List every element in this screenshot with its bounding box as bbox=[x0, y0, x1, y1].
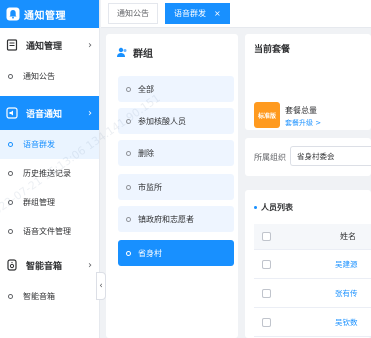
nav-group-label: 通知管理 bbox=[26, 41, 63, 52]
group-item-label: 全部 bbox=[138, 84, 154, 94]
group-item-label: 镇政府和志愿者 bbox=[138, 214, 194, 224]
plan-card: 当前套餐 标准版 套餐总量 套餐升级 > bbox=[245, 34, 371, 130]
group-item-label: 删除 bbox=[138, 148, 154, 158]
tab-notice-board[interactable]: 通知公告 bbox=[108, 3, 158, 24]
nav-item-label: 群组管理 bbox=[23, 198, 55, 207]
person-name[interactable]: 张有传 bbox=[335, 288, 358, 299]
org-select[interactable]: 省身村委会 bbox=[290, 146, 371, 166]
nav-item-group-management[interactable]: 群组管理 bbox=[0, 188, 99, 217]
circle-icon bbox=[126, 150, 131, 156]
close-icon[interactable]: × bbox=[214, 9, 221, 18]
plan-badge: 标准版 bbox=[254, 102, 280, 128]
person-name[interactable]: 吴钦数 bbox=[335, 317, 358, 328]
people-table: 姓名 吴建源 张有传 吴钦数 bbox=[254, 224, 371, 337]
bullet-icon bbox=[254, 206, 257, 209]
chevron-right-icon: › bbox=[88, 107, 92, 119]
groups-panel-header: 群组 bbox=[106, 34, 238, 70]
circle-icon bbox=[126, 118, 131, 124]
org-select-value: 省身村委会 bbox=[297, 151, 335, 161]
people-title: 人员列表 bbox=[254, 202, 293, 213]
speaker-icon bbox=[6, 107, 18, 119]
nav-item-label: 智能音箱 bbox=[23, 292, 55, 301]
circle-icon bbox=[126, 86, 131, 92]
chevron-right-icon: › bbox=[88, 259, 92, 271]
circle-icon bbox=[126, 216, 131, 222]
nav-group-notice[interactable]: 通知管理 › bbox=[0, 28, 99, 62]
nav-item-label: 语音文件管理 bbox=[23, 227, 71, 236]
nav-item-push-history[interactable]: 历史推送记录 bbox=[0, 159, 99, 188]
smart-speaker-icon bbox=[7, 259, 17, 271]
group-item-delete[interactable]: 删除 bbox=[118, 140, 234, 166]
row-checkbox[interactable] bbox=[262, 317, 271, 327]
groups-panel-title: 群组 bbox=[133, 48, 153, 60]
document-icon bbox=[6, 39, 18, 51]
chevron-right-icon: › bbox=[88, 39, 92, 51]
nav-item-label: 语音群发 bbox=[23, 140, 55, 149]
circle-icon bbox=[126, 184, 131, 190]
plan-total-label: 套餐总量 bbox=[285, 106, 317, 115]
nav-group-label: 智能音箱 bbox=[26, 261, 63, 272]
people-card: 人员列表 姓名 吴建源 张有传 吴钦数 bbox=[245, 190, 371, 338]
circle-icon bbox=[8, 171, 13, 176]
circle-icon bbox=[8, 200, 13, 205]
sidebar: 通知管理 通知管理 › 通知公告 语音通知 › 语音群发 历史推送记录 群组管理… bbox=[0, 0, 100, 338]
row-checkbox[interactable] bbox=[262, 288, 271, 298]
groups-panel: 群组 全部 参加核酸人员 删除 市监所 镇政府和志愿者 省身村 bbox=[106, 34, 238, 338]
plan-upgrade-link[interactable]: 套餐升级 > bbox=[285, 118, 321, 128]
table-row[interactable]: 张有传 bbox=[254, 279, 371, 308]
table-header: 姓名 bbox=[254, 224, 371, 250]
group-item-label: 省身村 bbox=[138, 248, 162, 258]
column-header-name: 姓名 bbox=[340, 232, 356, 241]
tab-voice-broadcast[interactable]: 语音群发 × bbox=[165, 3, 230, 24]
bell-icon bbox=[6, 7, 20, 21]
person-name[interactable]: 吴建源 bbox=[335, 259, 358, 270]
circle-icon bbox=[126, 250, 131, 256]
circle-icon bbox=[8, 229, 13, 234]
nav-group-label: 语音通知 bbox=[26, 109, 63, 120]
sidebar-collapse-button[interactable]: ‹ bbox=[96, 272, 106, 300]
app-root: 通知管理 通知管理 › 通知公告 语音通知 › 语音群发 历史推送记录 群组管理… bbox=[0, 0, 371, 338]
table-row[interactable]: 吴钦数 bbox=[254, 308, 371, 337]
group-item-label: 参加核酸人员 bbox=[138, 116, 186, 126]
nav-group-smart-speaker[interactable]: 智能音箱 › bbox=[0, 248, 99, 282]
nav-item-label: 通知公告 bbox=[23, 72, 55, 81]
plan-title: 当前套餐 bbox=[254, 45, 291, 55]
tab-label: 通知公告 bbox=[117, 9, 149, 18]
tab-bar: 通知公告 语音群发 × bbox=[101, 0, 371, 28]
nav-item-notice-board[interactable]: 通知公告 bbox=[0, 62, 99, 91]
group-item-town-volunteers[interactable]: 镇政府和志愿者 bbox=[118, 206, 234, 232]
tab-label: 语音群发 bbox=[174, 9, 206, 18]
circle-icon bbox=[8, 142, 13, 147]
select-all-checkbox[interactable] bbox=[262, 232, 271, 241]
users-icon bbox=[117, 47, 127, 57]
nav-group-voice[interactable]: 语音通知 › bbox=[0, 96, 99, 130]
nav-item-label: 历史推送记录 bbox=[23, 169, 71, 178]
table-row[interactable]: 吴建源 bbox=[254, 250, 371, 279]
group-item-label: 市监所 bbox=[138, 182, 162, 192]
brand-header: 通知管理 bbox=[0, 0, 99, 28]
group-item-test-participants[interactable]: 参加核酸人员 bbox=[118, 108, 234, 134]
circle-icon bbox=[8, 294, 13, 299]
nav-item-smart-speaker[interactable]: 智能音箱 bbox=[0, 282, 99, 311]
row-checkbox[interactable] bbox=[262, 259, 271, 269]
group-item-shengshen-village[interactable]: 省身村 bbox=[118, 240, 234, 266]
nav-item-voice-files[interactable]: 语音文件管理 bbox=[0, 217, 99, 246]
app-title: 通知管理 bbox=[24, 10, 66, 22]
people-title-text: 人员列表 bbox=[261, 203, 293, 212]
group-item-all[interactable]: 全部 bbox=[118, 76, 234, 102]
org-label: 所属组织 bbox=[254, 153, 286, 162]
org-filter-card: 所属组织 省身村委会 bbox=[245, 138, 371, 176]
circle-icon bbox=[8, 74, 13, 79]
group-item-market-office[interactable]: 市监所 bbox=[118, 174, 234, 200]
nav-item-voice-broadcast[interactable]: 语音群发 bbox=[0, 130, 99, 159]
